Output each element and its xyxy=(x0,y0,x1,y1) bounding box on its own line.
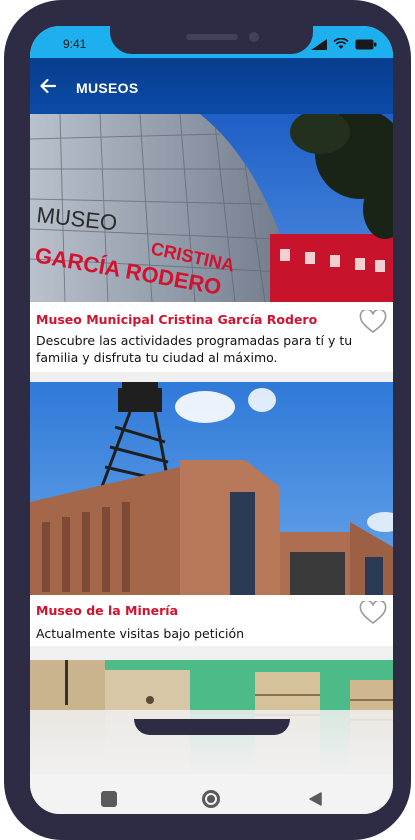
camera xyxy=(249,32,259,42)
battery-icon xyxy=(355,39,377,49)
screen: 9:41 MUSEOS MUSEO CRISTINA GARCÍA RODERO… xyxy=(30,26,393,814)
volume-down-button xyxy=(4,250,12,306)
notch xyxy=(110,26,313,54)
triangle-back-icon[interactable] xyxy=(307,791,323,807)
page-title: MUSEOS xyxy=(76,80,139,96)
phone-frame: 9:41 MUSEOS MUSEO CRISTINA GARCÍA RODERO… xyxy=(4,0,411,840)
heart-outline-icon[interactable] xyxy=(359,310,387,334)
museum-card[interactable]: MUSEO CRISTINA GARCÍA RODERO Museo Munic… xyxy=(30,114,393,372)
museum-photo xyxy=(30,382,393,595)
square-icon[interactable] xyxy=(101,791,117,807)
app-bar: MUSEOS xyxy=(30,58,393,114)
power-button xyxy=(403,196,411,260)
museum-photo: MUSEO CRISTINA GARCÍA RODERO xyxy=(30,114,393,302)
status-icons xyxy=(311,38,377,50)
museum-title[interactable]: Museo Municipal Cristina García Rodero xyxy=(36,312,317,327)
navigation-bar xyxy=(30,774,393,814)
back-arrow-icon[interactable] xyxy=(38,76,58,96)
circle-icon[interactable] xyxy=(202,790,220,808)
museum-card[interactable]: Museo de la Minería Actualmente visitas … xyxy=(30,382,393,646)
museum-title[interactable]: Museo de la Minería xyxy=(36,603,178,618)
museum-description: Descubre las actividades programadas par… xyxy=(36,333,353,365)
wifi-icon xyxy=(333,38,349,49)
signal-icon xyxy=(311,38,327,50)
heart-outline-icon[interactable] xyxy=(359,601,387,625)
status-time: 9:41 xyxy=(63,37,87,51)
museum-list: MUSEO CRISTINA GARCÍA RODERO Museo Munic… xyxy=(30,114,393,774)
museum-description: Actualmente visitas bajo petición xyxy=(36,626,245,641)
home-indicator xyxy=(134,719,290,735)
mute-switch xyxy=(4,118,12,148)
speaker xyxy=(186,34,238,40)
volume-up-button xyxy=(4,176,12,232)
